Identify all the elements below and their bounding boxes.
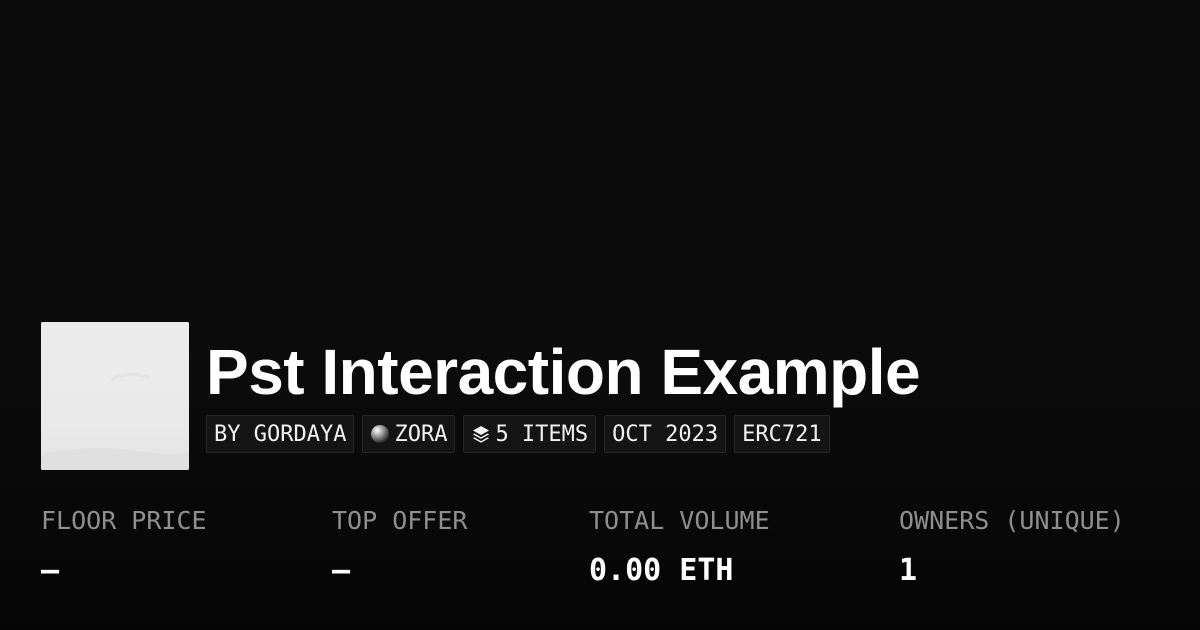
total-volume-stat: TOTAL VOLUME 0.00 ETH [589,504,770,589]
layers-icon [471,424,491,444]
collection-thumbnail [41,322,189,470]
owners-value: 1 [899,553,918,588]
date-label: OCT 2023 [612,421,719,447]
chain-tag[interactable]: ZORA [362,415,456,453]
total-volume-label: TOTAL VOLUME [589,506,770,535]
floor-price-label: FLOOR PRICE [41,506,207,535]
top-offer-label: TOP OFFER [332,506,468,535]
date-tag[interactable]: OCT 2023 [604,415,727,453]
collection-tags: BY GORDAYA ZORA 5 ITEMS OCT 2023 ERC721 [206,415,830,453]
items-tag[interactable]: 5 ITEMS [463,415,597,453]
standard-label: ERC721 [742,421,822,447]
owners-stat: OWNERS (UNIQUE) 1 [899,504,1125,589]
top-offer-value: – [332,553,351,588]
total-volume-value: 0.00 ETH [589,553,734,588]
thumbnail-image [41,322,189,470]
chain-label: ZORA [394,421,448,447]
floor-price-stat: FLOOR PRICE – [41,504,207,589]
items-label: 5 ITEMS [495,421,589,447]
collection-title: Pst Interaction Example [206,336,921,408]
top-offer-stat: TOP OFFER – [332,504,467,589]
creator-tag[interactable]: BY GORDAYA [206,415,355,453]
zora-orb-icon [370,424,390,444]
standard-tag[interactable]: ERC721 [734,415,830,453]
creator-label: BY GORDAYA [214,421,347,447]
floor-price-value: – [41,553,60,588]
owners-label: OWNERS (UNIQUE) [899,506,1125,535]
